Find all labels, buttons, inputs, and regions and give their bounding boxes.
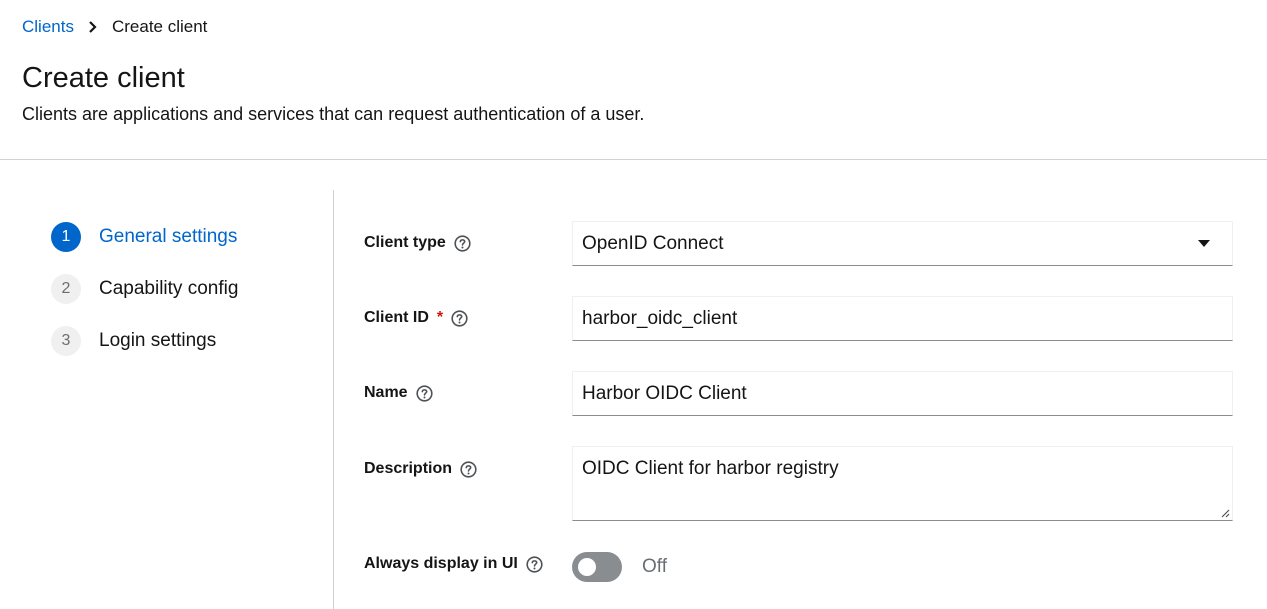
- client-id-input[interactable]: harbor_oidc_client: [572, 296, 1233, 341]
- client-id-label-text: Client ID: [364, 309, 429, 326]
- always-display-toggle[interactable]: [572, 552, 622, 582]
- help-icon[interactable]: [451, 309, 468, 327]
- name-value: Harbor OIDC Client: [582, 382, 747, 404]
- breadcrumb: Clients Create client: [22, 16, 207, 38]
- page-description: Clients are applications and services th…: [22, 104, 645, 124]
- step-number: 3: [51, 326, 81, 356]
- step-number: 1: [51, 222, 81, 252]
- wizard-step-general-settings[interactable]: 1 General settings: [51, 222, 311, 252]
- toggle-knob: [578, 558, 596, 576]
- name-label: Name: [364, 384, 433, 402]
- help-icon[interactable]: [526, 555, 543, 573]
- always-display-label-text: Always display in UI: [364, 555, 518, 572]
- form-row-client-id: Client ID * harbor_oidc_client: [364, 296, 1233, 341]
- client-type-label-text: Client type: [364, 234, 446, 251]
- always-display-toggle-wrap: Off: [572, 552, 667, 582]
- description-textarea[interactable]: OIDC Client for harbor registry: [572, 446, 1233, 521]
- wizard-step-login-settings[interactable]: 3 Login settings: [51, 326, 311, 356]
- resize-grip-icon[interactable]: [1220, 508, 1230, 518]
- form-row-always-display: Always display in UI Off: [364, 552, 1233, 584]
- description-label: Description: [364, 460, 477, 478]
- client-id-value: harbor_oidc_client: [582, 307, 738, 329]
- caret-down-icon: [1198, 239, 1210, 248]
- client-type-value: OpenID Connect: [582, 232, 724, 254]
- form-row-client-type: Client type OpenID Connect: [364, 221, 1233, 266]
- toggle-state-text: Off: [642, 556, 667, 577]
- client-type-select[interactable]: OpenID Connect: [572, 221, 1233, 266]
- help-icon[interactable]: [415, 384, 433, 402]
- page-title: Create client: [22, 62, 185, 94]
- description-value: OIDC Client for harbor registry: [582, 458, 839, 479]
- vertical-divider: [333, 190, 334, 609]
- wizard-step-capability-config[interactable]: 2 Capability config: [51, 274, 311, 304]
- always-display-label: Always display in UI: [364, 555, 543, 573]
- form-row-name: Name Harbor OIDC Client: [364, 371, 1233, 416]
- client-type-label: Client type: [364, 234, 471, 252]
- step-number: 2: [51, 274, 81, 304]
- required-indicator: *: [436, 309, 444, 326]
- description-label-text: Description: [364, 460, 453, 477]
- breadcrumb-link-clients[interactable]: Clients: [22, 17, 74, 37]
- client-id-label: Client ID *: [364, 309, 468, 327]
- step-label: Capability config: [99, 278, 239, 299]
- help-icon[interactable]: [460, 460, 477, 478]
- form-row-description: Description OIDC Client for harbor regis…: [364, 446, 1233, 521]
- wizard-nav: 1 General settings 2 Capability config 3…: [51, 222, 311, 378]
- name-input[interactable]: Harbor OIDC Client: [572, 371, 1233, 416]
- help-icon[interactable]: [454, 234, 471, 252]
- step-label: General settings: [99, 226, 238, 247]
- breadcrumb-current: Create client: [111, 17, 208, 36]
- name-label-text: Name: [364, 384, 408, 401]
- step-label: Login settings: [99, 330, 217, 351]
- header-divider: [0, 159, 1267, 160]
- chevron-right-icon: [74, 21, 112, 33]
